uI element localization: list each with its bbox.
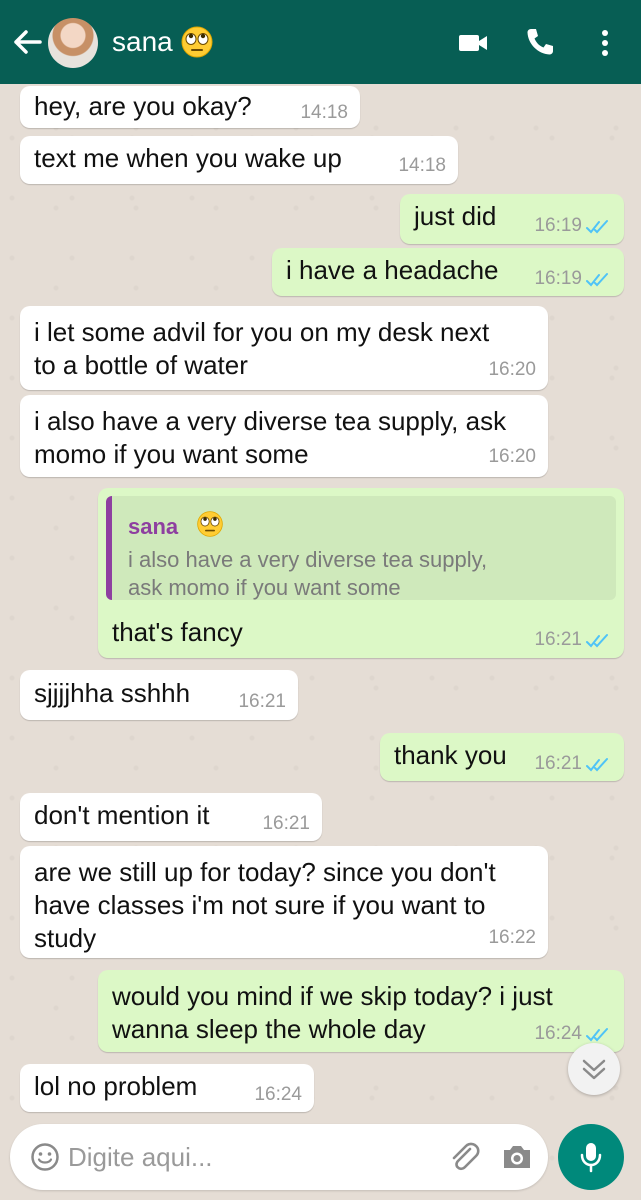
message-time: 16:24 (254, 1084, 302, 1105)
message-bubble[interactable]: sana i also have a very diverse tea supp… (98, 488, 624, 658)
quoted-text: i also have a very diverse tea supply, a… (128, 547, 488, 600)
message-text: i also have a very diverse tea supply, a… (34, 406, 507, 469)
message-text: would you mind if we skip today? i just … (112, 981, 553, 1044)
message-text: text me when you wake up (34, 143, 342, 173)
message-text: i have a headache (286, 255, 499, 285)
message-text: sjjjjhha sshhh (34, 678, 191, 708)
voice-message-button[interactable] (558, 1124, 624, 1190)
back-arrow-icon[interactable] (10, 22, 44, 62)
message-bubble[interactable]: are we still up for today? since you don… (20, 846, 548, 958)
message-text: that's fancy (112, 617, 243, 647)
video-call-icon[interactable] (457, 29, 489, 57)
camera-icon[interactable] (500, 1141, 534, 1173)
read-receipt-icon (586, 634, 608, 648)
attach-icon[interactable] (446, 1139, 482, 1175)
message-composer: Digite aqui... (10, 1124, 548, 1190)
message-bubble[interactable]: hey, are you okay? 14:18 (20, 86, 360, 128)
quoted-author: sana (128, 514, 179, 539)
scroll-to-bottom-button[interactable] (568, 1043, 620, 1095)
contact-name[interactable]: sana (112, 26, 173, 58)
read-receipt-icon (586, 220, 608, 234)
message-input[interactable]: Digite aqui... (68, 1142, 213, 1173)
message-text: thank you (394, 740, 507, 770)
more-options-icon[interactable] (595, 27, 615, 59)
phone-icon[interactable] (524, 26, 556, 58)
message-text: are we still up for today? since you don… (34, 857, 496, 953)
message-bubble[interactable]: i have a headache 16:19 (272, 248, 624, 296)
message-bubble[interactable]: sjjjjhha sshhh 16:21 (20, 670, 298, 720)
message-time: 16:19 (534, 215, 582, 236)
emoji-icon[interactable] (30, 1142, 60, 1172)
message-bubble[interactable]: thank you 16:21 (380, 733, 624, 781)
message-bubble[interactable]: text me when you wake up 14:18 (20, 136, 458, 184)
mic-icon (580, 1143, 602, 1173)
double-chevron-down-icon (582, 1059, 606, 1080)
message-time: 16:19 (534, 268, 582, 289)
message-time: 14:18 (398, 155, 446, 176)
message-time: 16:20 (488, 446, 536, 467)
message-time: 16:20 (488, 359, 536, 380)
message-bubble[interactable]: don't mention it 16:21 (20, 793, 322, 841)
read-receipt-icon (586, 1028, 608, 1042)
message-time: 16:21 (262, 813, 310, 834)
message-text: just did (414, 201, 497, 231)
message-time: 16:22 (488, 927, 536, 948)
chat-header: sana (0, 0, 641, 84)
avatar[interactable] (48, 18, 98, 68)
message-bubble[interactable]: i let some advil for you on my desk next… (20, 306, 548, 390)
message-bubble[interactable]: would you mind if we skip today? i just … (98, 970, 624, 1052)
rolling-eyes-emoji-icon (197, 511, 223, 537)
message-text: i let some advil for you on my desk next… (34, 317, 490, 380)
message-bubble[interactable]: i also have a very diverse tea supply, a… (20, 395, 548, 477)
message-bubble[interactable]: just did 16:19 (400, 194, 624, 244)
message-text: lol no problem (34, 1071, 198, 1101)
message-text: don't mention it (34, 800, 210, 830)
message-time: 16:21 (534, 753, 582, 774)
message-text: hey, are you okay? (34, 91, 252, 121)
message-time: 16:24 (534, 1023, 582, 1044)
quoted-message[interactable]: sana i also have a very diverse tea supp… (106, 496, 616, 600)
message-bubble[interactable]: lol no problem 16:24 (20, 1064, 314, 1112)
read-receipt-icon (586, 758, 608, 772)
message-time: 14:18 (300, 102, 348, 123)
rolling-eyes-emoji-icon (181, 26, 213, 58)
read-receipt-icon (586, 273, 608, 287)
message-time: 16:21 (238, 691, 286, 712)
message-time: 16:21 (534, 629, 582, 650)
